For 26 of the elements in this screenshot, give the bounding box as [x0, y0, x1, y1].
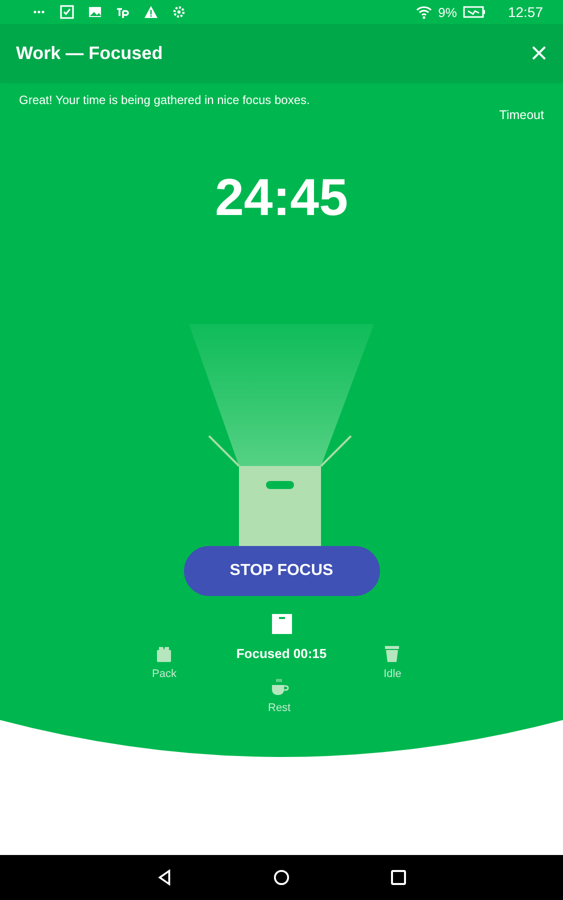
back-icon[interactable]: [156, 869, 173, 886]
trash-icon: [383, 644, 402, 663]
image-icon: [88, 5, 102, 19]
clock-time: 12:57: [508, 4, 543, 20]
box-icon: [272, 614, 292, 634]
screen-title: Work — Focused: [16, 42, 163, 64]
timeout-link[interactable]: Timeout: [499, 108, 544, 122]
home-icon[interactable]: [273, 869, 290, 886]
mode-button[interactable]: Pack: [152, 644, 176, 680]
settings-icon: [172, 5, 186, 19]
cup-icon: [270, 678, 289, 697]
wifi-icon: [416, 5, 432, 19]
battery-percent: 9%: [438, 4, 457, 20]
focus-status: Focused 00:15: [236, 646, 327, 661]
mode-button[interactable]: Rest: [268, 678, 291, 714]
warning-icon: [144, 5, 158, 19]
gift-icon: [154, 644, 174, 663]
stop-focus-button[interactable]: STOP FOCUS: [184, 546, 380, 596]
info-message: Great! Your time is being gathered in nice focus boxes.: [19, 93, 310, 107]
mode-button[interactable]: Idle: [383, 644, 402, 680]
close-icon: [531, 45, 547, 61]
checkbox-icon: [60, 5, 74, 19]
recents-icon[interactable]: [390, 869, 407, 886]
battery-icon: [462, 5, 486, 19]
close-button[interactable]: [531, 45, 547, 61]
timer-display: 24:45: [215, 168, 348, 228]
